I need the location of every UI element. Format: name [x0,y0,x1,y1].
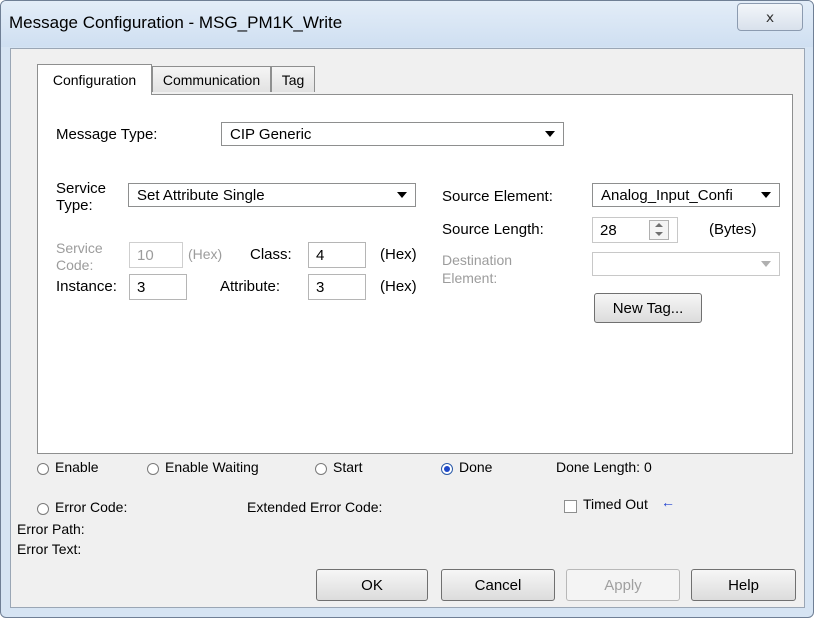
service-type-select[interactable]: Set Attribute Single [128,183,416,207]
error-code-radio [37,503,49,515]
spin-up-icon[interactable] [655,223,663,227]
class-unit: (Hex) [380,246,417,263]
timed-out-label: Timed Out [583,496,648,512]
configuration-panel: Message Type: CIP Generic Service Type: … [37,94,793,454]
service-code-unit: (Hex) [188,246,223,262]
source-length-field[interactable]: 28 [592,217,678,243]
source-length-value: 28 [600,221,617,239]
cancel-button[interactable]: Cancel [441,569,555,601]
done-length: Done Length: 0 [556,459,652,475]
message-type-label: Message Type: [56,126,158,143]
attribute-unit: (Hex) [380,278,417,295]
done-radio [441,463,453,475]
tab-communication[interactable]: Communication [152,66,271,92]
source-length-unit: (Bytes) [709,221,757,238]
done-label: Done [459,459,493,475]
source-length-label: Source Length: [442,221,544,238]
class-field[interactable]: 4 [308,242,366,268]
spinner-buttons[interactable] [649,220,669,240]
close-icon: ⅹ [765,8,775,25]
message-type-select[interactable]: CIP Generic [221,122,564,146]
enable-waiting-radio [147,463,159,475]
enable-label: Enable [55,459,99,475]
destination-element-select [592,252,780,276]
dialog-body: Configuration Communication Tag Message … [10,48,805,608]
timed-out-checkbox [564,500,577,513]
destination-element-label: Destination Element: [442,252,513,286]
enable-radio [37,463,49,475]
attribute-label: Attribute: [220,278,281,295]
error-text-label: Error Text: [17,541,82,557]
class-label: Class: [250,246,292,263]
start-radio [315,463,327,475]
help-button[interactable]: Help [691,569,796,601]
tab-configuration[interactable]: Configuration [37,64,152,95]
message-type-value: CIP Generic [230,125,312,143]
error-code-label: Error Code: [55,499,128,515]
instance-field[interactable]: 3 [129,274,187,300]
window-title: Message Configuration - MSG_PM1K_Write [9,13,343,32]
chevron-down-icon [761,192,771,198]
close-button[interactable]: ⅹ [737,3,803,31]
new-tag-button[interactable]: New Tag... [594,293,702,323]
service-type-label: Service Type: [56,180,107,214]
title-bar[interactable]: Message Configuration - MSG_PM1K_Write ⅹ [1,1,813,47]
attribute-field[interactable]: 3 [308,274,366,300]
source-element-select[interactable]: Analog_Input_Confi [592,183,780,207]
chevron-down-icon [545,131,555,137]
chevron-down-icon [397,192,407,198]
message-configuration-dialog: Message Configuration - MSG_PM1K_Write ⅹ… [0,0,814,618]
extended-error-code-label: Extended Error Code: [247,499,383,515]
instance-label: Instance: [56,278,117,295]
spin-down-icon[interactable] [655,232,663,236]
arrow-left-icon: ← [661,494,675,510]
service-code-field: 10 [129,242,183,268]
start-label: Start [333,459,363,475]
enable-waiting-label: Enable Waiting [165,459,259,475]
service-type-value: Set Attribute Single [137,186,265,204]
apply-button: Apply [566,569,680,601]
source-element-label: Source Element: [442,188,553,205]
ok-button[interactable]: OK [316,569,428,601]
service-code-label: Service Code: [56,240,103,273]
tab-tag[interactable]: Tag [271,66,315,92]
source-element-value: Analog_Input_Confi [601,186,733,204]
error-path-label: Error Path: [17,521,85,537]
chevron-down-icon [761,261,771,267]
